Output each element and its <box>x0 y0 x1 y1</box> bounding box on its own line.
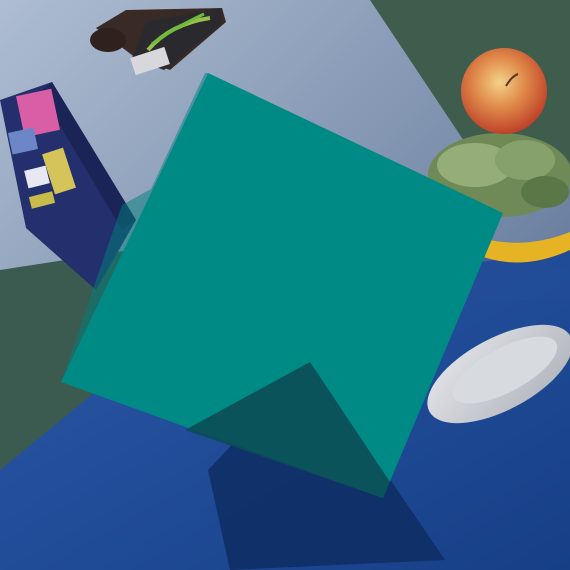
scene-svg <box>0 0 570 570</box>
apple <box>461 48 547 134</box>
scene-canvas <box>0 0 570 570</box>
